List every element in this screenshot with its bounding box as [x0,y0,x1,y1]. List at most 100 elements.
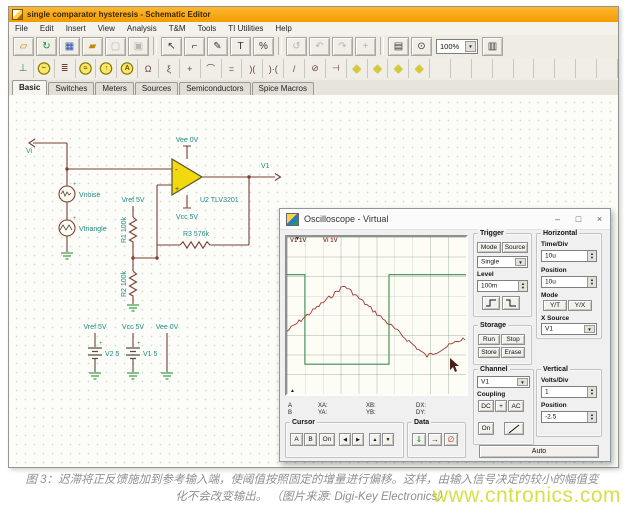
draw-tool-icon[interactable]: ✎ [207,37,228,56]
auto-button[interactable]: Auto [479,445,599,458]
coupling-gnd-button[interactable]: + [495,400,507,412]
menu-item-view[interactable]: View [92,24,121,33]
tab-semiconductors[interactable]: Semiconductors [179,82,250,95]
slope-button[interactable] [504,422,524,435]
export-data-icon[interactable]: ⇓ [412,433,426,446]
spinner-arrows[interactable]: ▲▼ [518,281,527,291]
export-icon[interactable]: ▰ [82,37,103,56]
menu-bar[interactable]: FileEditInsertViewAnalysisT&MToolsTI Uti… [9,22,618,36]
dropdown-arrow-icon[interactable]: ▼ [515,258,526,266]
app-titlebar[interactable]: single comparator hysteresis - Schematic… [9,7,618,22]
timediv-spinner[interactable]: 10u ▲▼ [541,250,597,262]
text-tool-icon[interactable]: T [230,37,251,56]
reload-icon[interactable]: ↻ [36,37,57,56]
resistor-icon[interactable]: Ω [138,59,159,78]
dropdown-arrow-icon[interactable]: ▼ [584,325,595,333]
lamp-icon[interactable]: ⊘ [305,59,326,78]
menu-item-edit[interactable]: Edit [34,24,60,33]
dropdown-arrow-icon[interactable]: ▼ [517,378,528,386]
source-vtriangle[interactable]: + [59,216,77,236]
tab-basic[interactable]: Basic [12,80,47,95]
cursor-b-button[interactable]: B [304,433,317,446]
battery-icon[interactable]: ≣ [55,59,76,78]
menu-item-tm[interactable]: T&M [163,24,192,33]
voltsdiv-spinner[interactable]: 1 ▲▼ [541,386,597,398]
component-tabs[interactable]: BasicSwitchesMetersSourcesSemiconductors… [9,80,618,96]
cursor-down-button[interactable]: ▼ [382,433,394,446]
current-pin-icon[interactable]: ◆ [368,59,389,78]
xsource-dropdown[interactable]: V1 ▼ [541,323,597,335]
menu-item-file[interactable]: File [9,24,34,33]
wire-tool-icon[interactable]: ⌐ [184,37,205,56]
falling-edge-button[interactable] [502,296,520,310]
trigger-source-button[interactable]: Source [502,242,528,253]
ammeter-icon[interactable]: A [117,59,138,78]
inductor-icon[interactable]: ⌒ [201,59,222,78]
grid-icon[interactable]: ▤ [388,37,409,56]
storage-store-button[interactable]: Store [478,347,500,358]
oscilloscope-titlebar[interactable]: Oscilloscope - Virtual – □ × [280,209,610,230]
zoom-tool-icon[interactable]: ⊙ [411,37,432,56]
channel-dropdown[interactable]: V1 ▼ [477,376,530,388]
trigger-mode-dropdown[interactable]: Single ▼ [477,256,528,268]
current-arrow-icon[interactable]: ◆ [409,59,430,78]
interactive-mode-icon[interactable]: ▥ [482,37,503,56]
spinner-arrows[interactable]: ▲▼ [587,277,596,287]
select-tool-icon[interactable]: ↖ [161,37,182,56]
source-vnoise[interactable]: + [59,182,77,202]
yx-mode-button[interactable]: Y/X [568,300,592,311]
cursor-right-button[interactable]: ▶ [352,433,364,446]
cursor-left-button[interactable]: ◀ [339,433,351,446]
storage-erase-button[interactable]: Erase [501,347,525,358]
tab-meters[interactable]: Meters [95,82,133,95]
ratio-tool-icon[interactable]: % [253,37,274,56]
trigger-marker-icon[interactable]: ▼ [295,237,300,242]
spinner-arrows[interactable]: ▲▼ [587,387,596,397]
voltage-generator-icon[interactable]: ≈ [76,59,97,78]
battery-v1[interactable] [126,348,140,359]
minimize-icon[interactable]: – [547,209,568,229]
save-icon[interactable]: ▦ [59,37,80,56]
channel-on-button[interactable]: On [478,422,494,435]
capacitor-icon[interactable]: = [222,59,243,78]
storage-run-button[interactable]: Run [478,334,500,345]
rising-edge-button[interactable] [482,296,500,310]
trigger-level-spinner[interactable]: 100m ▲▼ [477,280,528,292]
menu-item-tools[interactable]: Tools [192,24,223,33]
cursor-a-button[interactable]: A [290,433,303,446]
switch-icon[interactable]: / [284,59,305,78]
maximize-icon[interactable]: □ [568,209,589,229]
tab-spice-macros[interactable]: Spice Macros [252,82,314,95]
tab-switches[interactable]: Switches [48,82,94,95]
battery-v2[interactable] [88,348,102,359]
output-terminal-v1[interactable] [275,174,281,181]
voltage-arrow-icon[interactable]: ◆ [388,59,409,78]
cursor-on-button[interactable]: On [319,433,335,446]
component-toolbar[interactable]: ⊥~≣≈↑AΩξ+⌒=)()·(/⊘⊣◆◆◆◆ [9,57,618,81]
open-file-icon[interactable]: ▱ [13,37,34,56]
opamp-u2[interactable]: - + [172,159,202,195]
yt-mode-button[interactable]: Y/T [543,300,567,311]
zoom-level-dropdown[interactable]: 100% ▼ [436,39,478,54]
menu-item-help[interactable]: Help [269,24,297,33]
clear-data-icon[interactable]: ∅ [444,433,458,446]
coupling-dc-button[interactable]: DC [478,400,494,412]
current-source-icon[interactable]: ↑ [96,59,117,78]
voltage-source-icon[interactable]: ~ [34,59,55,78]
menu-item-insert[interactable]: Insert [60,24,92,33]
menu-item-ti-utilities[interactable]: TI Utilities [222,24,269,33]
spinner-arrows[interactable]: ▲▼ [587,412,596,422]
voltage-pin-icon[interactable]: ◆ [347,59,368,78]
copy-data-icon[interactable]: → [428,433,442,446]
vposition-spinner[interactable]: -2.5 ▲▼ [541,411,597,423]
hposition-spinner[interactable]: 10u ▲▼ [541,276,597,288]
diode-icon[interactable]: ⊣ [326,59,347,78]
cursor-up-button[interactable]: ▲ [369,433,381,446]
spinner-arrows[interactable]: ▲▼ [587,251,596,261]
tab-sources[interactable]: Sources [135,82,178,95]
coupled-inductor-icon[interactable]: )·( [263,59,284,78]
dropdown-arrow-icon[interactable]: ▼ [465,41,476,52]
menu-item-analysis[interactable]: Analysis [121,24,163,33]
ground-icon[interactable]: ⊥ [13,59,34,78]
schematic-canvas[interactable]: + + + + [9,95,618,467]
